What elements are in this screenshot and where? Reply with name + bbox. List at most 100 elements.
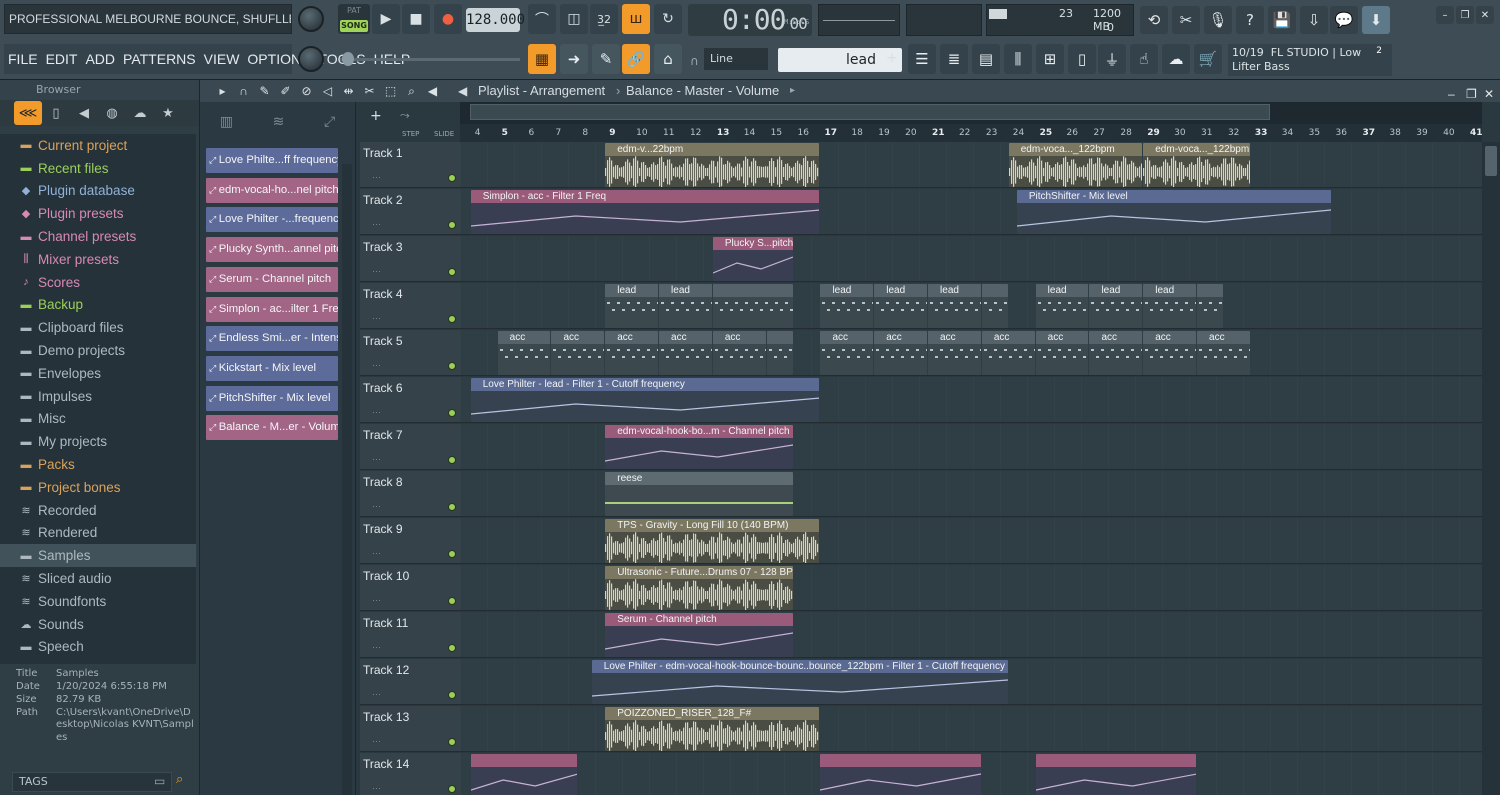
browser-item[interactable]: ▬ Backup: [0, 294, 196, 317]
menu-edit[interactable]: EDIT: [42, 51, 82, 67]
track-options-icon[interactable]: ···: [372, 219, 381, 229]
mute-tool-icon[interactable]: ◁: [317, 80, 338, 102]
browser-item[interactable]: ☁ Sounds: [0, 613, 196, 636]
select-tool-icon[interactable]: ⬚: [380, 80, 401, 102]
track-lane[interactable]: TPS - Gravity - Long Fill 10 (140 BPM): [460, 518, 1482, 564]
folder-icon[interactable]: ▭: [154, 774, 165, 788]
pattern-picker-item[interactable]: ⤢ Love Philter -...frequency: [206, 207, 338, 233]
playlist-clip[interactable]: Love Philter - edm-vocal-hook-bounce-bou…: [591, 660, 1008, 704]
track-lane[interactable]: Love Philter - lead - Filter 1 - Cutoff …: [460, 377, 1482, 423]
track-header[interactable]: Track 7 ···: [360, 424, 460, 470]
cloud-tab-icon[interactable]: ☁: [126, 101, 154, 125]
browser-item[interactable]: ◆ Plugin database: [0, 180, 196, 203]
piano-roll-view-icon[interactable]: ≣: [940, 44, 968, 74]
track-lane[interactable]: Plucky S...pitch: [460, 236, 1482, 282]
menu-view[interactable]: VIEW: [200, 51, 244, 67]
playlist-clip[interactable]: reese: [605, 472, 793, 516]
track-header[interactable]: Track 8 ···: [360, 471, 460, 517]
track-lane[interactable]: Serum - Channel pitch: [460, 612, 1482, 658]
track-options-icon[interactable]: ···: [372, 548, 381, 558]
playlist-clip[interactable]: acc: [551, 331, 605, 375]
track-mute-led[interactable]: [448, 174, 456, 182]
playlist-clip[interactable]: acc: [1089, 331, 1143, 375]
speaker-icon[interactable]: ◀: [70, 101, 98, 125]
minimize-icon[interactable]: –: [1436, 6, 1454, 24]
picker-scrollbar[interactable]: [342, 164, 352, 795]
playlist-clip[interactable]: acc: [712, 331, 766, 375]
track-header[interactable]: Track 12 ···: [360, 659, 460, 705]
playlist-clip[interactable]: [1197, 284, 1223, 328]
track-mute-led[interactable]: [448, 268, 456, 276]
star-icon[interactable]: ★: [154, 101, 182, 125]
pattern-selector[interactable]: lead: [778, 48, 902, 72]
playlist-clip[interactable]: acc: [820, 331, 874, 375]
track-mute-led[interactable]: [448, 362, 456, 370]
track-lane[interactable]: edm-vocal-hook-bo...m - Channel pitch: [460, 424, 1482, 470]
playlist-clip[interactable]: acc: [1035, 331, 1089, 375]
track-mute-led[interactable]: [448, 550, 456, 558]
wait-input-icon[interactable]: ◫: [560, 4, 588, 34]
track-header[interactable]: Track 3 ···: [360, 236, 460, 282]
delete-tool-icon[interactable]: ⊘: [296, 80, 317, 102]
track-header[interactable]: Track 10 ···: [360, 565, 460, 611]
playlist-clip[interactable]: Love Philter - lead - Filter 1 - Cutoff …: [470, 378, 820, 422]
track-lane[interactable]: Simplon - acc - Filter 1 Freq PitchShifte…: [460, 189, 1482, 235]
playlist-icon[interactable]: ☰: [908, 44, 936, 74]
tags-field[interactable]: TAGS: [12, 772, 172, 792]
maximize-icon[interactable]: ❐: [1456, 6, 1474, 24]
pattern-picker-item[interactable]: ⤢ Endless Smi...er - Intensit: [206, 326, 338, 352]
arrow-right-icon[interactable]: ➜: [560, 44, 588, 74]
browser-item[interactable]: ♪ Scores: [0, 271, 196, 294]
browser-item[interactable]: ▬ Impulses: [0, 385, 196, 408]
scroll-thumb[interactable]: [1485, 146, 1497, 176]
menu-patterns[interactable]: PATTERNS: [119, 51, 200, 67]
track-mute-led[interactable]: [448, 315, 456, 323]
microphone-icon[interactable]: 🎙: [1204, 6, 1232, 34]
track-options-icon[interactable]: ···: [372, 501, 381, 511]
song-position-clock[interactable]: 0:00 M:S:CS 00: [688, 4, 812, 36]
browser-item[interactable]: ⫼ Mixer presets: [0, 248, 196, 271]
document-icon[interactable]: ▯: [42, 101, 70, 125]
snap-magnet-icon[interactable]: ∩: [233, 80, 254, 102]
browser-item[interactable]: ▬ Recent files: [0, 157, 196, 180]
stop-button[interactable]: ■: [402, 4, 430, 34]
playlist-clip[interactable]: acc: [1143, 331, 1197, 375]
playlist-clip[interactable]: Simplon - acc - Filter 1 Freq: [470, 190, 820, 234]
track-options-icon[interactable]: ···: [372, 360, 381, 370]
browser-item[interactable]: ▬ Current project: [0, 134, 196, 157]
undo-icon[interactable]: ⟲: [1140, 6, 1168, 34]
playlist-clip[interactable]: edm-v...22bpm: [605, 143, 820, 187]
vertical-scrollbar[interactable]: [1482, 142, 1500, 795]
track-header[interactable]: Track 11 ···: [360, 612, 460, 658]
playlist-clip[interactable]: [981, 284, 1008, 328]
track-options-icon[interactable]: ···: [372, 595, 381, 605]
globe-icon[interactable]: ◍: [98, 101, 126, 125]
save-as-icon[interactable]: ⇩: [1300, 6, 1328, 34]
timeline-ruler[interactable]: 4 5 6 7 8 9 10 11 12 13 14 15 16 17 18 19 20 21 22 23 24 25 26…: [460, 102, 1483, 142]
playlist-clip[interactable]: acc: [874, 331, 928, 375]
pattern-picker-item[interactable]: ⤢ Serum - Channel pitch: [206, 266, 338, 292]
track-options-icon[interactable]: ···: [372, 407, 381, 417]
playlist-clip[interactable]: lead: [1143, 284, 1197, 328]
track-header[interactable]: Track 4 ···: [360, 283, 460, 329]
mixer-icon[interactable]: ⫼: [1004, 44, 1032, 74]
browser-item[interactable]: ▬ Samples: [0, 544, 196, 568]
browser-item[interactable]: ▬ Channel presets: [0, 225, 196, 248]
blend-notes-icon[interactable]: ш: [622, 4, 650, 34]
search-icon[interactable]: ⌕: [176, 772, 183, 787]
slice-tool-icon[interactable]: ✂: [359, 80, 380, 102]
zoom-tool-icon[interactable]: ⌕: [401, 80, 422, 102]
browser-item[interactable]: ▬ Clipboard files: [0, 316, 196, 339]
track-options-icon[interactable]: ···: [372, 642, 381, 652]
browser-item[interactable]: ▬ Speech: [0, 636, 196, 659]
browser-item[interactable]: ▬ Project bones: [0, 476, 196, 499]
track-options-icon[interactable]: ···: [372, 454, 381, 464]
master-pitch-knob[interactable]: [298, 46, 324, 72]
pencil-icon[interactable]: ✎: [592, 44, 620, 74]
track-mute-led[interactable]: [448, 456, 456, 464]
cut-icon[interactable]: ✂: [1172, 6, 1200, 34]
browser-item[interactable]: ◆ Plugin presets: [0, 202, 196, 225]
master-volume-knob[interactable]: [298, 6, 324, 32]
track-mute-led[interactable]: [448, 221, 456, 229]
track-options-icon[interactable]: ···: [372, 689, 381, 699]
